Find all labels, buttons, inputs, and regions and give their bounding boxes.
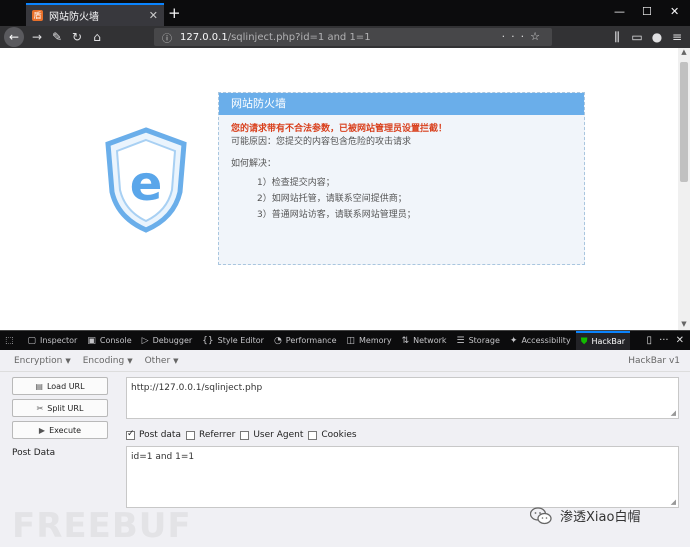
performance-icon: ◔	[273, 335, 282, 346]
devtools-toolbar: ⬚ ▢ Inspector ▣ Console ▷ Debugger {} Style …	[0, 330, 690, 351]
storage-icon: ☰	[456, 335, 465, 346]
url-path: /sqlinject.php?id=1 and 1=1	[227, 31, 371, 43]
freebuf-watermark: FREEBUF	[12, 506, 192, 546]
scroll-down-icon[interactable]: ▼	[678, 320, 690, 330]
post-data-textarea[interactable]: id=1 and 1=1 ◢	[126, 446, 679, 508]
tab-performance[interactable]: ◔ Performance	[269, 331, 342, 351]
checkbox-user-agent[interactable]: User Agent	[240, 430, 303, 440]
load-url-button[interactable]: ▤ Load URL	[12, 377, 108, 395]
url-textarea[interactable]: http://127.0.0.1/sqlinject.php ◢	[126, 377, 679, 419]
url-bar[interactable]: ⓘ 127.0.0.1 /sqlinject.php?id=1 and 1=1 …	[154, 28, 552, 46]
hackbar-menubar: Encryption ▼ Encoding ▼ Other ▼	[0, 350, 690, 372]
split-url-button[interactable]: ✂ Split URL	[12, 399, 108, 417]
hackbar-version: HackBar v1	[628, 356, 680, 366]
execute-button[interactable]: ▶ Execute	[12, 421, 108, 439]
checkbox-cookies[interactable]: Cookies	[308, 430, 357, 440]
debugger-icon: ▷	[141, 335, 149, 346]
menu-encoding[interactable]: Encoding ▼	[83, 356, 133, 366]
scroll-thumb[interactable]	[680, 62, 688, 182]
waf-step: 2）如网站托管，请联系空间提供商；	[257, 194, 407, 204]
chevron-down-icon: ▼	[65, 356, 71, 365]
checkbox-post-data[interactable]: Post data	[126, 429, 181, 440]
network-icon: ⇅	[401, 335, 410, 346]
waf-reason: 可能原因：您提交的内容包含危险的攻击请求	[231, 137, 412, 147]
wechat-account-name: 渗透Xiao白帽	[560, 510, 641, 525]
checkbox-referrer[interactable]: Referrer	[185, 430, 235, 440]
scroll-up-icon[interactable]: ▲	[678, 48, 690, 58]
tools-wrench-icon[interactable]: ✎	[48, 28, 66, 46]
waf-step: 1）检查提交内容；	[257, 178, 335, 188]
tab-title: 网站防火墙	[49, 12, 99, 23]
style-editor-icon: {}	[202, 335, 214, 346]
extension-icon[interactable]: ●	[648, 28, 666, 46]
resize-handle-icon[interactable]: ◢	[671, 409, 676, 417]
url-host: 127.0.0.1	[180, 31, 228, 43]
dock-icon[interactable]: ▯	[647, 335, 653, 346]
tab-storage[interactable]: ☰ Storage	[452, 331, 505, 351]
site-favicon-icon: 盾	[32, 10, 43, 21]
checkbox-icon	[308, 430, 318, 440]
load-icon: ▤	[35, 381, 43, 391]
url-actions[interactable]: ···☆	[502, 30, 546, 43]
more-options-icon[interactable]: ···	[659, 335, 669, 346]
checkbox-icon	[185, 430, 195, 440]
hackbar-shield-icon: ⛊	[580, 336, 588, 347]
back-button[interactable]: ←	[4, 27, 24, 47]
shield-letter: e	[130, 156, 163, 212]
waf-alert: 您的请求带有不合法参数，已被网站管理员设置拦截！	[231, 124, 448, 134]
reload-button[interactable]: ↻	[68, 28, 86, 46]
waf-step: 3）普通网站访客，请联系网站管理员；	[257, 210, 416, 220]
close-devtools-icon[interactable]: ✕	[676, 335, 684, 346]
memory-icon: ◫	[346, 335, 356, 346]
split-icon: ✂	[36, 403, 44, 413]
tab-network[interactable]: ⇅ Network	[397, 331, 452, 351]
forward-button[interactable]: →	[28, 28, 46, 46]
tab-style-editor[interactable]: {} Style Editor	[197, 331, 269, 351]
page-scrollbar[interactable]: ▲ ▼	[678, 48, 690, 330]
accessibility-icon: ✦	[509, 335, 518, 346]
execute-icon: ▶	[38, 425, 46, 435]
wechat-watermark: 渗透Xiao白帽	[530, 506, 640, 525]
tab-bar: 盾 网站防火墙 ✕ + — ☐ ✕	[0, 0, 690, 26]
sidebar-icon[interactable]: ▭	[628, 28, 646, 46]
tab-hackbar[interactable]: ⛊ HackBar	[575, 330, 631, 351]
resize-handle-icon[interactable]: ◢	[671, 498, 676, 506]
minimize-button[interactable]: —	[614, 5, 625, 18]
waf-panel: 网站防火墙 您的请求带有不合法参数，已被网站管理员设置拦截！ 可能原因：您提交的…	[218, 92, 585, 265]
waf-header: 网站防火墙	[219, 93, 584, 115]
tab-debugger[interactable]: ▷ Debugger	[137, 331, 198, 351]
checkbox-icon	[240, 430, 250, 440]
waf-how-title: 如何解决：	[231, 159, 277, 169]
waf-shield-icon: e	[105, 127, 187, 233]
chevron-down-icon: ▼	[173, 356, 179, 365]
close-window-button[interactable]: ✕	[670, 5, 679, 18]
nav-bar: ← → ✎ ↻ ⌂ ⓘ 127.0.0.1 /sqlinject.php?id=…	[0, 26, 690, 48]
post-data-label: Post Data	[12, 448, 56, 458]
new-tab-button[interactable]: +	[168, 4, 181, 22]
tab-console[interactable]: ▣ Console	[82, 331, 136, 351]
home-button[interactable]: ⌂	[88, 28, 106, 46]
pick-element-icon[interactable]: ⬚	[0, 331, 23, 351]
menu-icon[interactable]: ≡	[668, 28, 686, 46]
maximize-button[interactable]: ☐	[642, 5, 652, 18]
page-content: e 网站防火墙 您的请求带有不合法参数，已被网站管理员设置拦截！ 可能原因：您提…	[0, 48, 678, 330]
tab-accessibility[interactable]: ✦ Accessibility	[505, 331, 576, 351]
wechat-icon	[530, 506, 552, 524]
tab-memory[interactable]: ◫ Memory	[342, 331, 397, 351]
inspector-icon: ▢	[27, 335, 37, 346]
options-checkboxes: Post data Referrer User Agent Cookies	[126, 429, 362, 440]
console-icon: ▣	[87, 335, 96, 346]
tab-inspector[interactable]: ▢ Inspector	[23, 331, 83, 351]
checkbox-checked-icon	[126, 429, 135, 440]
page-info-icon[interactable]: ⓘ	[162, 30, 172, 45]
browser-tab[interactable]: 盾 网站防火墙 ✕	[26, 3, 164, 26]
menu-encryption[interactable]: Encryption ▼	[14, 356, 71, 366]
library-icon[interactable]: ⫼	[608, 28, 626, 46]
menu-other[interactable]: Other ▼	[145, 356, 179, 366]
chevron-down-icon: ▼	[127, 356, 133, 365]
tab-close-icon[interactable]: ✕	[149, 9, 158, 22]
